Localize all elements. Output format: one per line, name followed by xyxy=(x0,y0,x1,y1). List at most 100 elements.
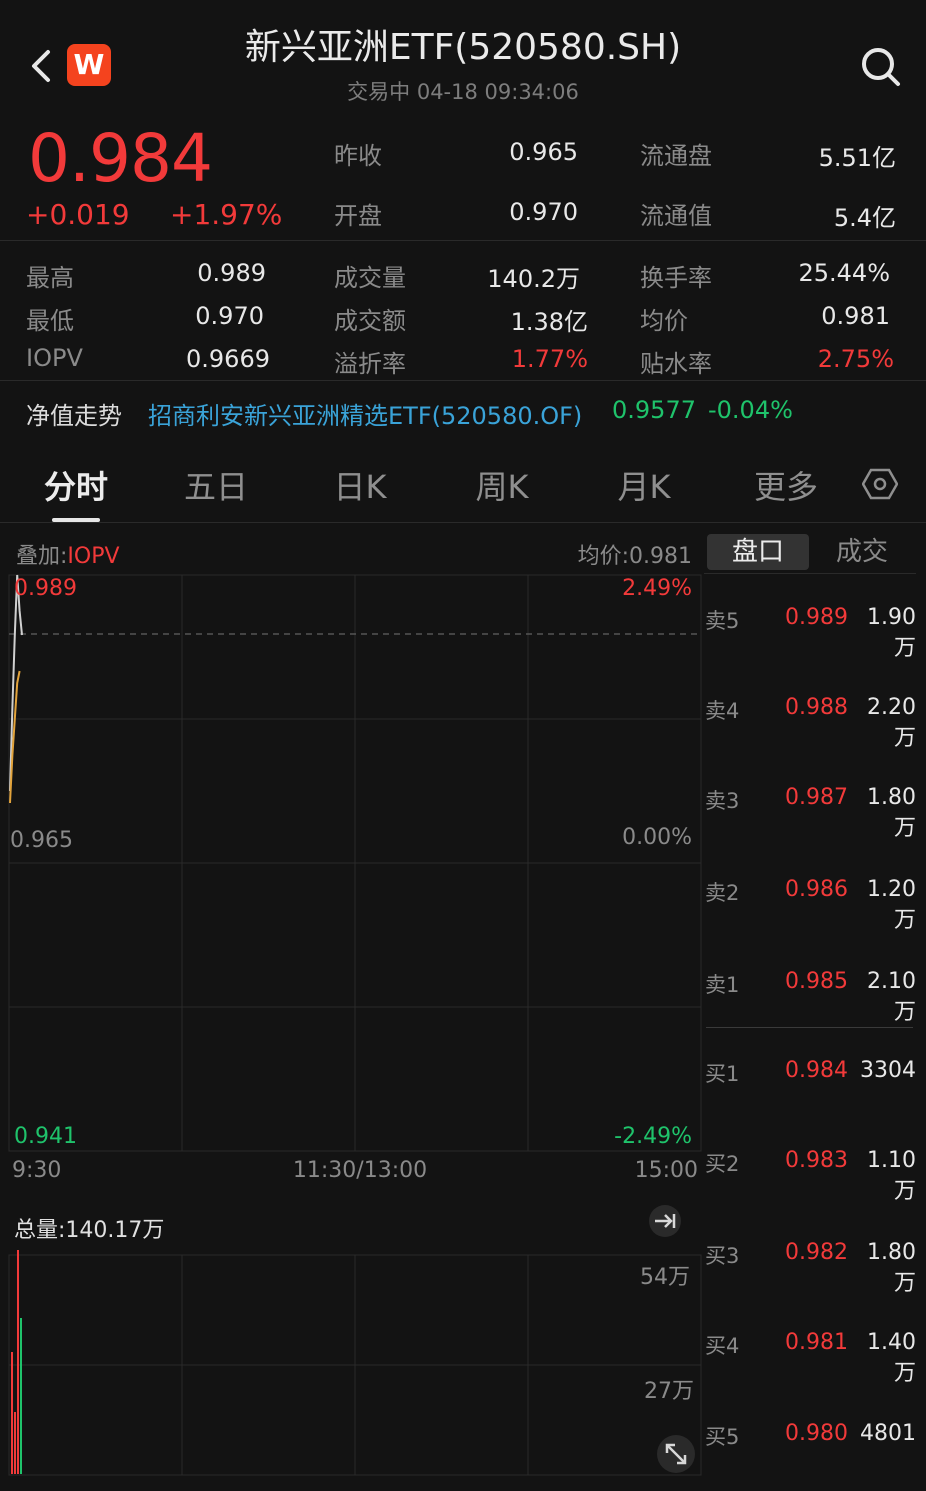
bid-price: 0.983 xyxy=(785,1148,848,1173)
divider xyxy=(0,380,926,381)
ask-label: 卖4 xyxy=(705,699,740,723)
divider xyxy=(0,240,926,241)
high-label: 最高 xyxy=(26,264,74,292)
float-shares-label: 流通盘 xyxy=(640,142,712,170)
overlay-label[interactable]: 叠加:IOPV xyxy=(16,538,120,570)
ask-label: 卖5 xyxy=(705,609,740,633)
tab-monthly-k[interactable]: 月K xyxy=(584,462,704,508)
price-change: +0.019 xyxy=(26,198,130,231)
tab-order-book[interactable]: 盘口 xyxy=(707,534,809,570)
search-icon[interactable] xyxy=(858,44,902,88)
volume-bars xyxy=(11,1250,22,1474)
open-label: 开盘 xyxy=(334,202,382,230)
float-value-value: 5.4亿 xyxy=(833,204,896,232)
volume-bar xyxy=(11,1352,13,1474)
ask-price: 0.985 xyxy=(785,969,848,994)
intraday-chart[interactable] xyxy=(0,570,704,1480)
x-axis-mid-label: 11:30/13:00 xyxy=(292,1158,428,1183)
ask-price: 0.989 xyxy=(785,605,848,630)
divider xyxy=(704,573,916,574)
ask-volume: 2.10万 xyxy=(867,969,916,1025)
tab-weekly-k[interactable]: 周K xyxy=(442,462,562,508)
pct-axis-mid-label: 0.00% xyxy=(622,825,692,850)
ask-price: 0.988 xyxy=(785,695,848,720)
y-axis-top-label: 0.989 xyxy=(14,576,77,601)
low-value: 0.970 xyxy=(195,302,264,330)
bid-price: 0.984 xyxy=(785,1058,848,1083)
discount-label: 贴水率 xyxy=(640,350,712,378)
bid-volume: 3304 xyxy=(860,1058,916,1083)
volume-bar xyxy=(17,1250,19,1474)
discount-value: 2.75% xyxy=(817,345,894,373)
x-axis-start-label: 9:30 xyxy=(12,1158,62,1183)
price-change-pct: +1.97% xyxy=(170,198,283,231)
tab-intraday[interactable]: 分时 xyxy=(16,462,136,508)
high-value: 0.989 xyxy=(197,259,266,287)
bid-volume: 1.80万 xyxy=(867,1240,916,1296)
divider xyxy=(0,522,926,523)
ask-volume: 1.80万 xyxy=(867,785,916,841)
volume-bar xyxy=(20,1318,22,1474)
total-volume: 总量:140.17万 xyxy=(14,1218,165,1243)
turnover-label: 换手率 xyxy=(640,264,712,292)
bid-label: 买4 xyxy=(705,1334,740,1358)
nav-value: 0.9577 xyxy=(612,396,696,424)
pct-axis-top-label: 2.49% xyxy=(622,576,692,601)
page-title: 新兴亚洲ETF(520580.SH) xyxy=(244,27,682,68)
iopv-value: 0.9669 xyxy=(186,345,270,373)
collapse-panel-icon[interactable] xyxy=(648,1204,682,1238)
bid-label: 买1 xyxy=(705,1062,740,1086)
volume-value: 140.2万 xyxy=(487,265,580,293)
float-shares-value: 5.51亿 xyxy=(818,144,896,172)
pct-axis-bottom-label: -2.49% xyxy=(614,1124,692,1149)
ask-label: 卖2 xyxy=(705,881,740,905)
turnover-value: 25.44% xyxy=(798,259,890,287)
volume-label: 成交量 xyxy=(334,264,406,292)
y-axis-bottom-label: 0.941 xyxy=(14,1124,77,1149)
chart-grid xyxy=(8,574,702,1476)
low-label: 最低 xyxy=(26,307,74,335)
fullscreen-icon[interactable] xyxy=(656,1434,696,1474)
ask-price: 0.986 xyxy=(785,877,848,902)
volume-axis-top-label: 54万 xyxy=(640,1265,690,1290)
bid-label: 买5 xyxy=(705,1425,740,1449)
prev-close-value: 0.965 xyxy=(509,138,578,166)
orderbook-divider xyxy=(706,1027,913,1028)
nav-change: -0.04% xyxy=(708,396,793,424)
ask-label: 卖3 xyxy=(705,789,740,813)
x-axis-end-label: 15:00 xyxy=(634,1158,698,1183)
open-value: 0.970 xyxy=(509,198,578,226)
bid-volume: 1.10万 xyxy=(867,1148,916,1204)
tab-five-day[interactable]: 五日 xyxy=(156,462,276,508)
amount-label: 成交额 xyxy=(334,307,406,335)
avg-price-readout: 均价:0.981 xyxy=(577,544,692,569)
nav-fund-link[interactable]: 招商利安新兴亚洲精选ETF(520580.OF) xyxy=(148,396,582,431)
float-value-label: 流通值 xyxy=(640,202,712,230)
tab-trades[interactable]: 成交 xyxy=(812,534,912,570)
bid-volume: 1.40万 xyxy=(867,1330,916,1386)
bid-volume: 4801 xyxy=(860,1421,916,1446)
overlay-value: IOPV xyxy=(67,544,120,569)
ask-label: 卖1 xyxy=(705,973,740,997)
avg-price-value: 0.981 xyxy=(821,302,890,330)
trading-status: 交易中 04-18 09:34:06 xyxy=(347,80,579,104)
nav-trend-label: 净值走势 xyxy=(26,402,122,430)
y-axis-mid-label: 0.965 xyxy=(10,828,73,853)
ask-volume: 1.90万 xyxy=(867,605,916,661)
last-price: 0.984 xyxy=(28,120,213,197)
ask-volume: 2.20万 xyxy=(867,695,916,751)
volume-bar xyxy=(14,1412,16,1474)
bid-label: 买3 xyxy=(705,1244,740,1268)
avg-price-label: 均价 xyxy=(640,307,688,335)
bid-price: 0.980 xyxy=(785,1421,848,1446)
tab-daily-k[interactable]: 日K xyxy=(300,462,420,508)
premium-label: 溢折率 xyxy=(334,350,406,378)
bid-price: 0.982 xyxy=(785,1240,848,1265)
tab-more[interactable]: 更多 xyxy=(726,462,846,508)
volume-axis-mid-label: 27万 xyxy=(644,1379,694,1404)
overlay-prefix: 叠加: xyxy=(16,544,68,569)
ask-price: 0.987 xyxy=(785,785,848,810)
prev-close-label: 昨收 xyxy=(334,142,382,170)
iopv-label: IOPV xyxy=(26,344,83,372)
chart-settings-icon[interactable] xyxy=(862,466,898,502)
